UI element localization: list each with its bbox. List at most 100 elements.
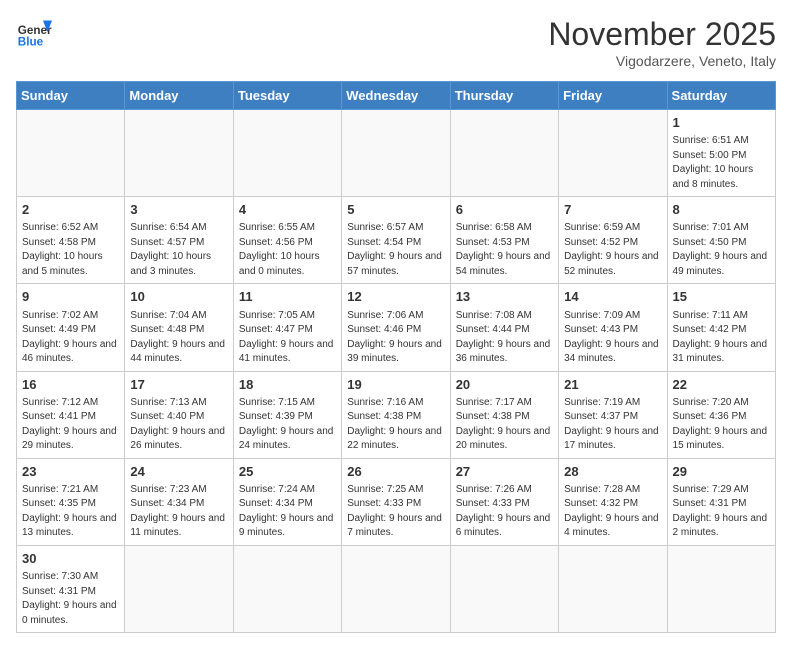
day-info: Sunrise: 7:06 AM Sunset: 4:46 PM Dayligh…: [347, 309, 444, 367]
day-number: 16: [22, 376, 119, 394]
day-number: 5: [347, 201, 444, 219]
calendar-day-cell: 12Sunrise: 7:06 AM Sunset: 4:46 PM Dayli…: [342, 284, 450, 371]
calendar-day-cell: 10 Sunrise: 7:04 AM Sunset: 4:48 PM Dayli…: [125, 284, 233, 371]
day-info: Sunrise: 7:04 AM Sunset: 4:48 PM Dayligh…: [130, 309, 227, 367]
calendar-week-row: 16Sunrise: 7:12 AM Sunset: 4:41 PM Dayli…: [17, 371, 776, 458]
day-number: 26: [347, 463, 444, 481]
calendar-day-cell: 4 Sunrise: 6:55 AM Sunset: 4:56 PM Daylig…: [233, 197, 341, 284]
calendar-day-cell: 3 Sunrise: 6:54 AM Sunset: 4:57 PM Daylig…: [125, 197, 233, 284]
calendar-day-cell: 28 Sunrise: 7:28 AM Sunset: 4:32 PM Dayli…: [559, 458, 667, 545]
day-info: Sunrise: 7:01 AM Sunset: 4:50 PM Dayligh…: [673, 221, 770, 279]
day-number: 10: [130, 288, 227, 306]
day-number: 23: [22, 463, 119, 481]
day-number: 29: [673, 463, 770, 481]
calendar-day-cell: [125, 110, 233, 197]
calendar-week-row: 2 Sunrise: 6:52 AM Sunset: 4:58 PM Daylig…: [17, 197, 776, 284]
day-info: Sunrise: 7:05 AM Sunset: 4:47 PM Dayligh…: [239, 309, 336, 367]
calendar-day-cell: 16Sunrise: 7:12 AM Sunset: 4:41 PM Dayli…: [17, 371, 125, 458]
header-monday: Monday: [125, 82, 233, 110]
calendar-day-cell: 1 Sunrise: 6:51 AM Sunset: 5:00 PM Daylig…: [667, 110, 775, 197]
day-number: 21: [564, 376, 661, 394]
calendar-day-cell: 27 Sunrise: 7:26 AM Sunset: 4:33 PM Dayli…: [450, 458, 558, 545]
calendar-day-cell: 21 Sunrise: 7:19 AM Sunset: 4:37 PM Dayli…: [559, 371, 667, 458]
day-number: 17: [130, 376, 227, 394]
calendar-day-cell: 30Sunrise: 7:30 AM Sunset: 4:31 PM Dayli…: [17, 545, 125, 632]
day-info: Sunrise: 7:08 AM Sunset: 4:44 PM Dayligh…: [456, 309, 553, 367]
weekday-header-row: Sunday Monday Tuesday Wednesday Thursday…: [17, 82, 776, 110]
month-title: November 2025: [548, 16, 776, 53]
day-number: 1: [673, 114, 770, 132]
day-info: Sunrise: 7:20 AM Sunset: 4:36 PM Dayligh…: [673, 396, 770, 454]
calendar-day-cell: 29 Sunrise: 7:29 AM Sunset: 4:31 PM Dayli…: [667, 458, 775, 545]
day-number: 3: [130, 201, 227, 219]
calendar-day-cell: 7 Sunrise: 6:59 AM Sunset: 4:52 PM Daylig…: [559, 197, 667, 284]
day-number: 30: [22, 550, 119, 568]
calendar-day-cell: [342, 545, 450, 632]
day-info: Sunrise: 6:52 AM Sunset: 4:58 PM Dayligh…: [22, 221, 119, 279]
day-info: Sunrise: 6:51 AM Sunset: 5:00 PM Dayligh…: [673, 134, 770, 192]
day-number: 22: [673, 376, 770, 394]
header-sunday: Sunday: [17, 82, 125, 110]
calendar-day-cell: [450, 110, 558, 197]
day-number: 27: [456, 463, 553, 481]
header-wednesday: Wednesday: [342, 82, 450, 110]
day-number: 18: [239, 376, 336, 394]
calendar-day-cell: [233, 110, 341, 197]
day-number: 15: [673, 288, 770, 306]
day-info: Sunrise: 7:21 AM Sunset: 4:35 PM Dayligh…: [22, 483, 119, 541]
day-number: 20: [456, 376, 553, 394]
day-number: 13: [456, 288, 553, 306]
calendar-day-cell: 5 Sunrise: 6:57 AM Sunset: 4:54 PM Daylig…: [342, 197, 450, 284]
calendar-day-cell: [17, 110, 125, 197]
location: Vigodarzere, Veneto, Italy: [548, 53, 776, 69]
day-info: Sunrise: 6:59 AM Sunset: 4:52 PM Dayligh…: [564, 221, 661, 279]
day-number: 9: [22, 288, 119, 306]
calendar-day-cell: 26 Sunrise: 7:25 AM Sunset: 4:33 PM Dayli…: [342, 458, 450, 545]
calendar-day-cell: [667, 545, 775, 632]
day-info: Sunrise: 7:11 AM Sunset: 4:42 PM Dayligh…: [673, 309, 770, 367]
day-info: Sunrise: 7:29 AM Sunset: 4:31 PM Dayligh…: [673, 483, 770, 541]
day-number: 28: [564, 463, 661, 481]
calendar-day-cell: 15 Sunrise: 7:11 AM Sunset: 4:42 PM Dayli…: [667, 284, 775, 371]
day-info: Sunrise: 7:25 AM Sunset: 4:33 PM Dayligh…: [347, 483, 444, 541]
logo-icon: General Blue: [16, 16, 52, 52]
header-saturday: Saturday: [667, 82, 775, 110]
day-number: 11: [239, 288, 336, 306]
day-info: Sunrise: 6:58 AM Sunset: 4:53 PM Dayligh…: [456, 221, 553, 279]
day-info: Sunrise: 7:15 AM Sunset: 4:39 PM Dayligh…: [239, 396, 336, 454]
day-number: 8: [673, 201, 770, 219]
day-info: Sunrise: 7:16 AM Sunset: 4:38 PM Dayligh…: [347, 396, 444, 454]
day-info: Sunrise: 7:24 AM Sunset: 4:34 PM Dayligh…: [239, 483, 336, 541]
day-info: Sunrise: 7:23 AM Sunset: 4:34 PM Dayligh…: [130, 483, 227, 541]
calendar-week-row: 9 Sunrise: 7:02 AM Sunset: 4:49 PM Daylig…: [17, 284, 776, 371]
day-number: 24: [130, 463, 227, 481]
day-info: Sunrise: 6:57 AM Sunset: 4:54 PM Dayligh…: [347, 221, 444, 279]
calendar-day-cell: 25Sunrise: 7:24 AM Sunset: 4:34 PM Dayli…: [233, 458, 341, 545]
day-number: 4: [239, 201, 336, 219]
title-block: November 2025 Vigodarzere, Veneto, Italy: [548, 16, 776, 69]
calendar-day-cell: 11 Sunrise: 7:05 AM Sunset: 4:47 PM Dayli…: [233, 284, 341, 371]
calendar-day-cell: [125, 545, 233, 632]
day-info: Sunrise: 6:55 AM Sunset: 4:56 PM Dayligh…: [239, 221, 336, 279]
day-info: Sunrise: 7:28 AM Sunset: 4:32 PM Dayligh…: [564, 483, 661, 541]
calendar-day-cell: [342, 110, 450, 197]
logo: General Blue: [16, 16, 52, 52]
calendar-day-cell: 8 Sunrise: 7:01 AM Sunset: 4:50 PM Daylig…: [667, 197, 775, 284]
calendar-day-cell: 20Sunrise: 7:17 AM Sunset: 4:38 PM Dayli…: [450, 371, 558, 458]
calendar-day-cell: 24 Sunrise: 7:23 AM Sunset: 4:34 PM Dayli…: [125, 458, 233, 545]
day-info: Sunrise: 6:54 AM Sunset: 4:57 PM Dayligh…: [130, 221, 227, 279]
day-number: 2: [22, 201, 119, 219]
day-info: Sunrise: 7:19 AM Sunset: 4:37 PM Dayligh…: [564, 396, 661, 454]
calendar-day-cell: 14Sunrise: 7:09 AM Sunset: 4:43 PM Dayli…: [559, 284, 667, 371]
calendar-day-cell: [450, 545, 558, 632]
header-tuesday: Tuesday: [233, 82, 341, 110]
day-info: Sunrise: 7:02 AM Sunset: 4:49 PM Dayligh…: [22, 309, 119, 367]
day-info: Sunrise: 7:26 AM Sunset: 4:33 PM Dayligh…: [456, 483, 553, 541]
calendar-table: Sunday Monday Tuesday Wednesday Thursday…: [16, 81, 776, 633]
calendar-day-cell: 18 Sunrise: 7:15 AM Sunset: 4:39 PM Dayli…: [233, 371, 341, 458]
calendar-week-row: 30Sunrise: 7:30 AM Sunset: 4:31 PM Dayli…: [17, 545, 776, 632]
calendar-week-row: 1 Sunrise: 6:51 AM Sunset: 5:00 PM Daylig…: [17, 110, 776, 197]
day-info: Sunrise: 7:09 AM Sunset: 4:43 PM Dayligh…: [564, 309, 661, 367]
day-number: 7: [564, 201, 661, 219]
calendar-day-cell: 17Sunrise: 7:13 AM Sunset: 4:40 PM Dayli…: [125, 371, 233, 458]
